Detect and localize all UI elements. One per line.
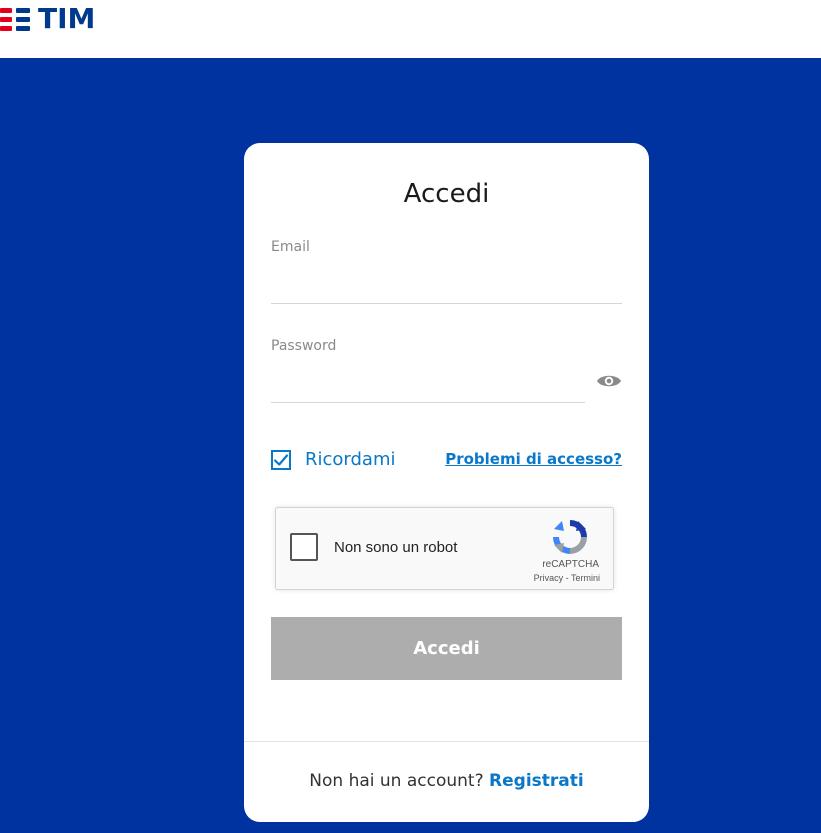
- top-header: TIM: [0, 0, 821, 58]
- recaptcha-privacy-link[interactable]: Privacy: [534, 573, 564, 583]
- register-link[interactable]: Registrati: [489, 771, 584, 791]
- login-submit-button[interactable]: Accedi: [271, 617, 622, 680]
- signup-prompt-text: Non hai un account?: [309, 771, 484, 791]
- tim-logo-mark-icon: [0, 6, 32, 32]
- recaptcha-terms-link[interactable]: Termini: [571, 573, 600, 583]
- remember-me-checkbox[interactable]: Ricordami: [271, 449, 396, 470]
- signup-prompt: Non hai un account? Registrati: [244, 771, 649, 791]
- eye-icon[interactable]: [596, 371, 622, 391]
- remember-me-label: Ricordami: [305, 449, 396, 470]
- password-label: Password: [271, 338, 337, 354]
- recaptcha-label: Non sono un robot: [334, 539, 458, 556]
- access-problems-link[interactable]: Problemi di accesso?: [445, 450, 622, 468]
- recaptcha-links-separator: -: [563, 573, 571, 583]
- recaptcha-brand-text: reCAPTCHA: [542, 559, 599, 570]
- password-field[interactable]: [271, 372, 585, 403]
- recaptcha-widget: Non sono un robot reCAPTCHA Privacy - Te…: [275, 507, 614, 590]
- recaptcha-logo-icon: [552, 519, 588, 555]
- login-title: Accedi: [403, 179, 490, 209]
- tim-logo[interactable]: TIM: [0, 4, 95, 34]
- card-divider: [244, 741, 649, 742]
- recaptcha-links: Privacy - Termini: [534, 573, 600, 583]
- checkbox-checked-icon: [271, 449, 291, 470]
- tim-logo-text: TIM: [38, 2, 96, 35]
- email-label: Email: [271, 239, 310, 255]
- recaptcha-checkbox[interactable]: [290, 533, 318, 561]
- login-card: Accedi Email Password Ricordami Problemi…: [244, 143, 649, 822]
- email-field[interactable]: [271, 273, 622, 304]
